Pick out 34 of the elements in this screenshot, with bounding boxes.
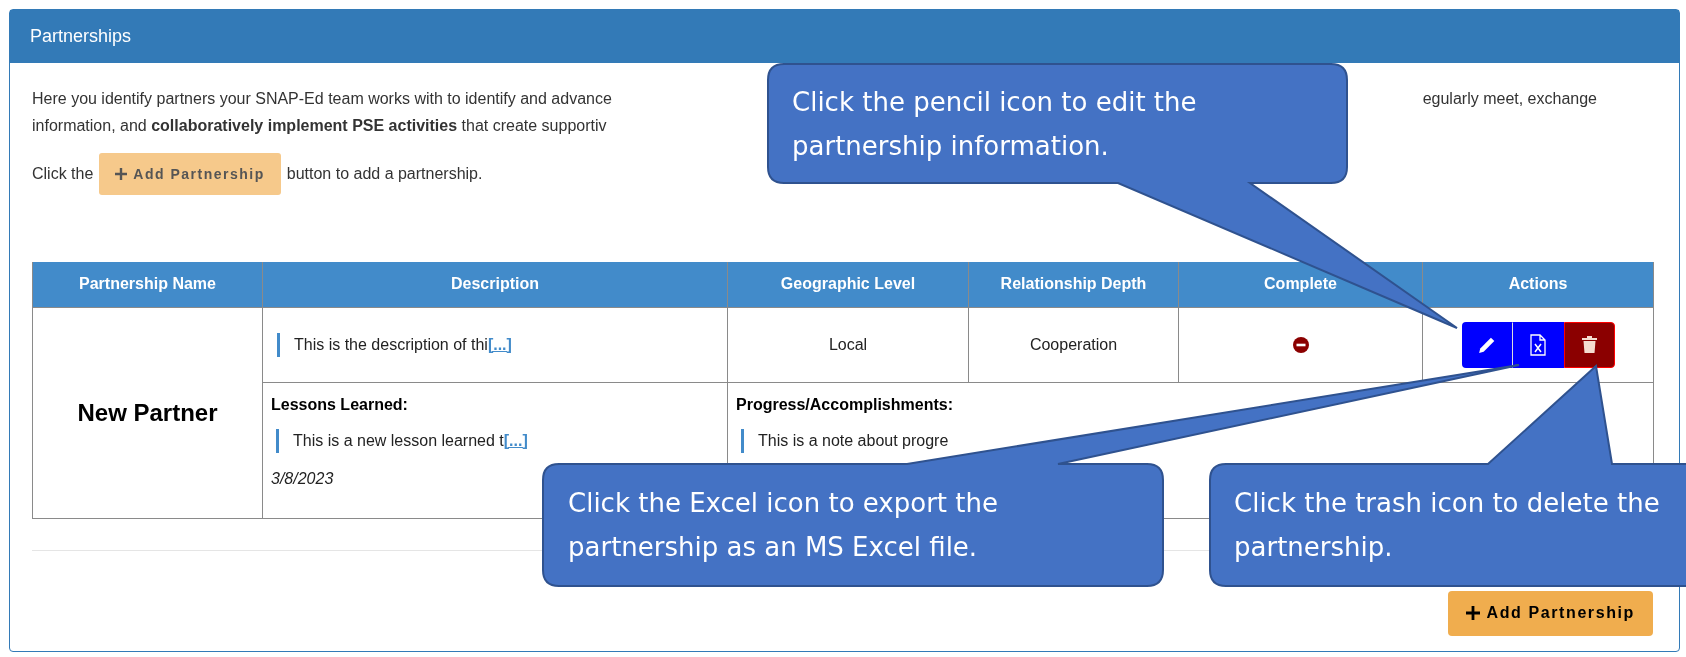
more-link[interactable]: [...]	[503, 431, 528, 449]
hint-text: button to add a partnership.	[286, 164, 483, 184]
partnership-name: New Partner	[77, 398, 218, 426]
section-label: Lessons Learned:	[271, 394, 409, 415]
intro-text: egularly meet, exchange	[1422, 89, 1598, 109]
callout-text: Click the Excel icon to export the partnership as an MS Excel file.	[568, 487, 999, 564]
plus-icon	[1465, 606, 1480, 620]
column-header: Geographic Level	[727, 262, 969, 307]
add-partnership-button[interactable]: Add Partnership	[1447, 590, 1653, 636]
column-header: Partnership Name	[32, 262, 263, 307]
intro-text: information, and collaboratively implement PSE activities that create supportiv	[32, 116, 607, 136]
description-text: This is the description of thi[...]	[277, 332, 713, 357]
panel-title: Partnerships	[30, 25, 132, 48]
callout-text: Click the trash icon to delete the partnership.	[1234, 487, 1661, 564]
intro-text: Here you identify partners your SNAP-Ed team works with to identify and advance	[32, 89, 612, 109]
column-header: Relationship Depth	[968, 262, 1179, 307]
pencil-icon	[1478, 335, 1496, 354]
export-excel-button[interactable]	[1512, 321, 1564, 368]
excel-file-icon	[1530, 333, 1546, 356]
hint-text: Click the	[32, 164, 94, 184]
callout-text: Click the pencil icon to edit the partnership information.	[792, 86, 1198, 163]
trash-icon	[1581, 336, 1597, 353]
section-label: Progress/Accomplishments:	[736, 394, 954, 415]
column-header: Description	[262, 262, 728, 307]
lesson-text: This is a new lesson learned t[...]	[276, 428, 719, 453]
table-cell: Cooperation	[1029, 335, 1118, 353]
delete-button[interactable]	[1563, 321, 1615, 368]
table-cell: Local	[828, 335, 868, 353]
add-partnership-button[interactable]: Add Partnership	[99, 153, 281, 195]
column-header: Actions	[1422, 262, 1654, 307]
more-link[interactable]: [...]	[487, 335, 512, 353]
edit-button[interactable]	[1461, 321, 1513, 368]
plus-icon	[115, 168, 128, 180]
lesson-date: 3/8/2023	[271, 468, 335, 489]
